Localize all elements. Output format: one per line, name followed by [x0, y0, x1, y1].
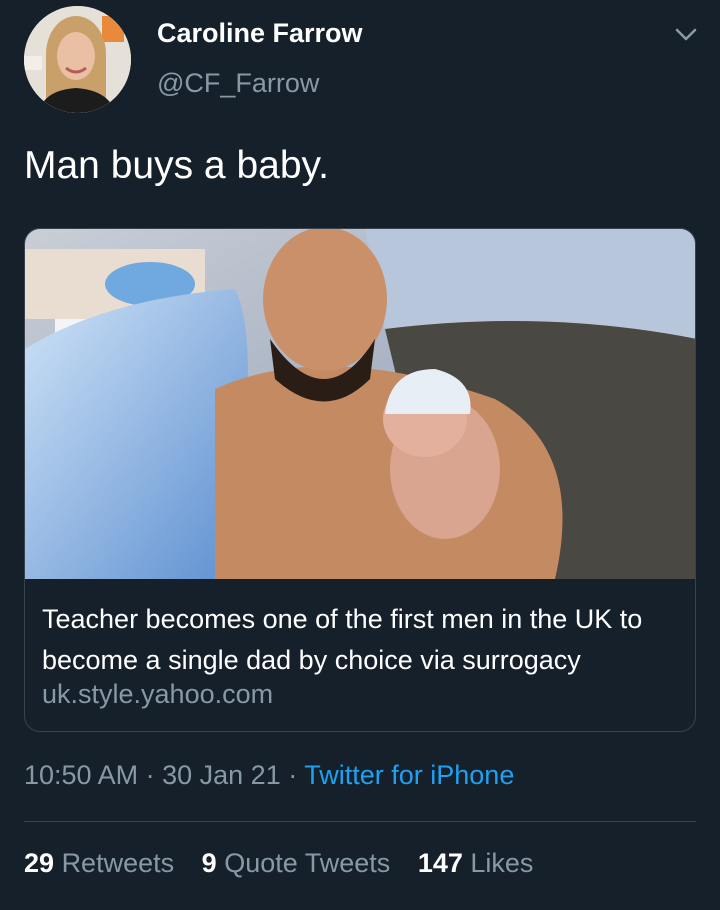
tweet-source-link[interactable]: Twitter for iPhone — [304, 760, 514, 790]
retweets-label: Retweets — [61, 848, 175, 878]
retweets-stat[interactable]: 29 Retweets — [24, 848, 174, 878]
divider — [24, 821, 696, 822]
likes-count: 147 — [417, 848, 463, 878]
link-card[interactable]: Teacher becomes one of the first men in … — [24, 228, 696, 732]
tweet-text: Man buys a baby. — [24, 144, 329, 187]
meta-separator: · — [288, 760, 298, 790]
card-image[interactable] — [25, 229, 695, 579]
avatar[interactable] — [24, 6, 131, 113]
chevron-down-icon[interactable] — [672, 22, 700, 46]
retweets-count: 29 — [24, 848, 55, 878]
tweet-date: 30 Jan 21 — [162, 760, 281, 790]
card-title[interactable]: Teacher becomes one of the first men in … — [42, 599, 687, 681]
tweet-time: 10:50 AM — [24, 760, 139, 790]
tweet-meta: 10:50 AM · 30 Jan 21 · Twitter for iPhon… — [24, 760, 514, 791]
likes-stat[interactable]: 147 Likes — [418, 848, 534, 878]
author-handle[interactable]: @CF_Farrow — [157, 68, 319, 99]
quote-tweets-stat[interactable]: 9 Quote Tweets — [202, 848, 391, 878]
quotes-count: 9 — [201, 848, 217, 878]
likes-label: Likes — [470, 848, 534, 878]
card-domain[interactable]: uk.style.yahoo.com — [42, 679, 273, 710]
meta-separator: · — [145, 760, 155, 790]
author-name[interactable]: Caroline Farrow — [157, 18, 363, 49]
quotes-label: Quote Tweets — [224, 848, 391, 878]
tweet-stats: 29 Retweets 9 Quote Tweets 147 Likes — [24, 848, 553, 879]
